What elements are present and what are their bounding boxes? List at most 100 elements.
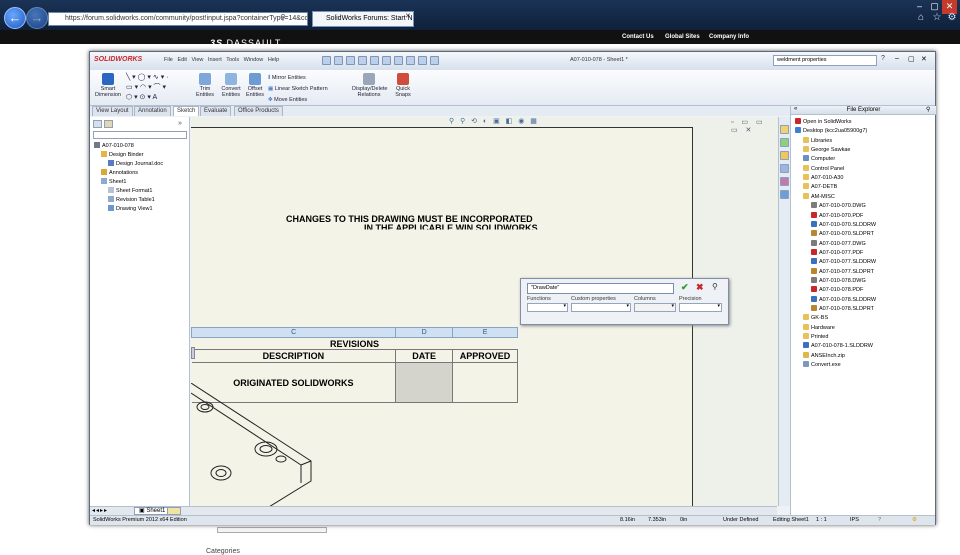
design-library-icon[interactable] <box>780 138 789 147</box>
spline-icon[interactable]: ∿ <box>153 74 159 81</box>
rebuild-status-icon[interactable]: ⚙ <box>912 516 917 525</box>
save-icon[interactable] <box>346 56 355 65</box>
column-letter-e[interactable]: E <box>452 327 518 338</box>
feature-tree-item[interactable]: Drawing View1 <box>108 205 153 213</box>
menu-view[interactable]: View <box>192 57 204 63</box>
appearances-icon[interactable] <box>780 177 789 186</box>
units-status[interactable]: IPS <box>850 516 859 525</box>
tab-sketch[interactable]: Sketch <box>173 106 200 116</box>
file-explorer-item[interactable]: George Sawkae <box>803 146 850 154</box>
fillet-icon[interactable]: ⌒ <box>154 84 161 91</box>
column-letter-d[interactable]: D <box>395 327 454 338</box>
file-explorer-icon[interactable] <box>780 151 789 160</box>
functions-select[interactable]: ▾ <box>527 303 568 312</box>
arc-icon[interactable]: ◠ <box>140 84 146 91</box>
property-manager-icon[interactable] <box>104 120 113 128</box>
global-sites-link[interactable]: Global Sites <box>665 34 700 40</box>
search-input[interactable]: weldment properties <box>773 55 877 66</box>
custom-properties-select[interactable]: ▾ <box>571 303 631 312</box>
home-icon[interactable]: ⌂ <box>915 12 927 24</box>
rebuild-icon[interactable] <box>394 56 403 65</box>
offset-entities-button[interactable]: Offset Entities <box>244 73 266 98</box>
file-explorer-item[interactable]: A07-010-078.SLDPRT <box>811 305 874 313</box>
contact-us-link[interactable]: Contact Us <box>622 34 654 40</box>
file-explorer-item[interactable]: A07-010-077.SLDDRW <box>811 258 876 266</box>
row-approved-cell[interactable] <box>452 362 518 403</box>
favorites-icon[interactable]: ☆ <box>931 12 943 24</box>
file-explorer-item[interactable]: Computer <box>803 155 835 163</box>
columns-select[interactable]: ▾ <box>634 303 676 312</box>
tab-evaluate[interactable]: Evaluate <box>200 106 232 116</box>
property-expression-input[interactable]: "DrawDate" <box>527 283 674 294</box>
file-explorer-item[interactable]: Open in SolidWorks <box>795 118 852 126</box>
convert-entities-button[interactable]: Convert Entities <box>218 73 244 98</box>
pin-icon[interactable]: ⚲ <box>712 282 718 291</box>
file-explorer-item[interactable]: A07-010-078-1.SLDDRW <box>803 342 873 350</box>
file-explorer-item[interactable]: A07-010-077.DWG <box>811 239 866 248</box>
heads-up-view-toolbar[interactable]: ⚲ ⚲ ⟲ ◐ ▣ ◧ ◉ ▦ <box>449 117 539 125</box>
tab-office-products[interactable]: Office Products <box>234 106 283 116</box>
browser-tab[interactable]: SolidWorks Forums: Start N... <box>312 11 414 27</box>
cancel-x-icon[interactable]: ✖ <box>696 282 704 293</box>
rectangle-icon[interactable]: ▭ <box>126 84 133 91</box>
feature-tree-item[interactable]: Revision Table1 <box>108 196 155 204</box>
menu-insert[interactable]: Insert <box>208 57 222 63</box>
file-explorer-item[interactable]: A07-010-077.SLDPRT <box>811 267 874 276</box>
linear-sketch-pattern-button[interactable]: ▦ Linear Sketch Pattern <box>268 84 328 95</box>
sheet-nav-arrows[interactable]: ◂◂▸▸ <box>92 507 108 514</box>
forward-icon[interactable]: → <box>26 7 48 29</box>
drawing-view-part[interactable] <box>191 383 391 506</box>
menu-window[interactable]: Window <box>244 57 264 63</box>
feature-tree-item[interactable]: Annotations <box>101 169 138 177</box>
menu-tools[interactable]: Tools <box>226 57 239 63</box>
file-explorer-item[interactable]: AM-MISC <box>803 192 835 201</box>
sw-resources-icon[interactable] <box>780 125 789 134</box>
drawing-note-line1[interactable]: CHANGES TO THIS DRAWING MUST BE INCORPOR… <box>286 214 533 224</box>
trim-entities-button[interactable]: Trim Entities <box>193 73 217 98</box>
maximize-window-icon[interactable]: ▢ <box>908 55 915 63</box>
file-explorer-item[interactable]: A07-010-078.PDF <box>811 286 863 294</box>
feature-tree-item[interactable]: Sheet Format1 <box>108 187 152 195</box>
collapse-panel-icon[interactable]: « <box>794 106 797 112</box>
tab-view-layout[interactable]: View Layout <box>92 106 133 116</box>
file-explorer-item[interactable]: A07-010-070.SLDPRT <box>811 230 874 238</box>
menu-edit[interactable]: Edit <box>177 57 186 63</box>
feature-tree-item[interactable]: Design Journal.doc <box>108 160 163 168</box>
precision-select[interactable]: ▾ <box>679 303 722 312</box>
tab-annotation[interactable]: Annotation <box>134 106 171 116</box>
view-options-icon[interactable] <box>430 56 439 65</box>
file-explorer-item[interactable]: Hardware <box>803 323 835 332</box>
expand-panel-icon[interactable]: » <box>178 120 182 127</box>
file-explorer-item[interactable]: A07-010-077.PDF <box>811 248 863 257</box>
row-date-cell[interactable] <box>395 362 454 403</box>
line-icon[interactable]: ╲ <box>126 74 130 81</box>
back-icon[interactable]: ← <box>4 7 26 29</box>
page-button[interactable] <box>217 527 327 533</box>
file-explorer-item[interactable]: A07-010-070.SLDDRW <box>811 220 876 229</box>
drawing-note-line2[interactable]: IN THE APPLICABLE WIN SOLIDWORKS <box>364 223 538 230</box>
column-letter-c[interactable]: C <box>191 327 397 338</box>
viewport-controls[interactable]: ▫ ▭ ▭ ▭ ✕ <box>731 118 778 134</box>
file-explorer-item[interactable]: Convert.exe <box>803 361 841 369</box>
feature-tree-item[interactable]: Design Binder <box>101 151 144 159</box>
file-explorer-item[interactable]: ANSEInch.zip <box>803 351 845 360</box>
feature-tree-icon[interactable] <box>93 120 102 128</box>
address-bar[interactable]: https://forum.solidworks.com/community/p… <box>48 12 308 26</box>
graphics-area[interactable]: ⚲ ⚲ ⟲ ◐ ▣ ◧ ◉ ▦ ▫ ▭ ▭ ▭ ✕ CHANGES TO THI… <box>191 117 778 506</box>
file-explorer-item[interactable]: Control Panel <box>803 164 844 173</box>
open-icon[interactable] <box>334 56 343 65</box>
file-explorer-item[interactable]: Printed <box>803 333 828 341</box>
accept-check-icon[interactable]: ✔ <box>681 282 689 293</box>
feature-tree-item[interactable]: Sheet1 <box>101 178 126 186</box>
file-explorer-item[interactable]: GK-BS <box>803 314 828 322</box>
file-explorer-item[interactable]: A07-010-A30 <box>803 174 843 182</box>
help-status-icon[interactable]: ? <box>878 516 881 525</box>
file-explorer-item[interactable]: A07-010-078.DWG <box>811 276 866 285</box>
panel-splitter-handle[interactable] <box>191 347 195 359</box>
file-explorer-item[interactable]: Libraries <box>803 136 832 145</box>
move-entities-button[interactable]: ✥ Move Entities <box>268 95 328 106</box>
close-window-icon[interactable]: ✕ <box>921 55 927 63</box>
display-delete-relations-button[interactable]: Display/Delete Relations <box>352 73 387 98</box>
file-explorer-item[interactable]: A07-DETB <box>803 183 837 191</box>
file-explorer-item[interactable]: Desktop (kcc2ua05900g7) <box>795 127 867 135</box>
